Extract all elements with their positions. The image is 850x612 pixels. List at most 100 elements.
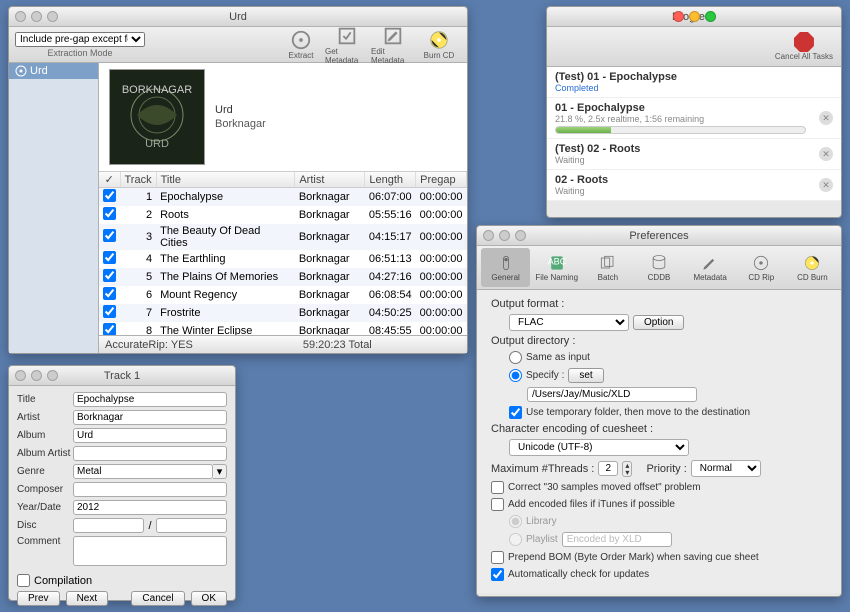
output-dir-field[interactable] — [527, 387, 697, 402]
tab-cddb[interactable]: CDDB — [634, 248, 683, 287]
sidebar-item-label: Urd — [30, 65, 48, 77]
extract-button[interactable]: Extract — [279, 29, 323, 60]
cancel-task-button[interactable]: ✕ — [819, 178, 833, 192]
set-button[interactable]: set — [568, 368, 603, 383]
table-row[interactable]: 6Mount RegencyBorknagar06:08:5400:00:00 — [99, 286, 467, 304]
album-area: URDBORKNAGAR Urd Borknagar — [99, 63, 467, 171]
track-artist-field[interactable] — [73, 410, 227, 425]
task-list: (Test) 01 - EpochalypseCompleted01 - Epo… — [547, 67, 841, 201]
album-cover[interactable]: URDBORKNAGAR — [109, 69, 205, 165]
tab-cd-rip[interactable]: CD Rip — [737, 248, 786, 287]
minimize-icon[interactable] — [499, 230, 510, 241]
add-itunes-checkbox[interactable] — [491, 498, 504, 511]
album-title: Urd — [215, 104, 266, 116]
minimize-icon[interactable] — [689, 11, 700, 22]
track-checkbox[interactable] — [103, 287, 116, 300]
compilation-checkbox[interactable] — [17, 574, 30, 587]
table-row[interactable]: 5The Plains Of MemoriesBorknagar04:27:16… — [99, 268, 467, 286]
track-checkbox[interactable] — [103, 207, 116, 220]
auto-update-checkbox[interactable] — [491, 568, 504, 581]
track-checkbox[interactable] — [103, 305, 116, 318]
char-enc-select[interactable]: Unicode (UTF-8) — [509, 439, 689, 456]
track-checkbox[interactable] — [103, 229, 116, 242]
tab-general[interactable]: General — [481, 248, 530, 287]
track-composer-field[interactable] — [73, 482, 227, 497]
close-icon[interactable] — [673, 11, 684, 22]
svg-text:BORKNAGAR: BORKNAGAR — [122, 84, 192, 96]
track-genre-field[interactable] — [73, 464, 213, 479]
zoom-icon[interactable] — [515, 230, 526, 241]
col-pregap[interactable]: Pregap — [416, 172, 467, 188]
correct30-checkbox[interactable] — [491, 481, 504, 494]
progress-titlebar[interactable]: Progress — [547, 7, 841, 27]
specify-radio[interactable] — [509, 369, 522, 382]
task-item: 02 - RootsWaiting✕ — [547, 170, 841, 201]
col-artist[interactable]: Artist — [295, 172, 365, 188]
same-as-input-radio[interactable] — [509, 351, 522, 364]
pencil-icon — [700, 253, 720, 273]
main-titlebar[interactable]: Urd — [9, 7, 467, 27]
col-length[interactable]: Length — [365, 172, 416, 188]
track-checkbox[interactable] — [103, 189, 116, 202]
edit-metadata-button[interactable]: Edit Metadata — [371, 25, 415, 65]
tab-cd-burn[interactable]: CD Burn — [788, 248, 837, 287]
close-icon[interactable] — [483, 230, 494, 241]
track-album-artist-field[interactable] — [73, 446, 227, 461]
track-disc-total-field[interactable] — [156, 518, 227, 533]
library-radio — [509, 515, 522, 528]
pref-titlebar[interactable]: Preferences — [477, 226, 841, 246]
track-album-field[interactable] — [73, 428, 227, 443]
extraction-mode-select[interactable]: Include pre-gap except for HTOA — [15, 32, 145, 47]
track-checkbox[interactable] — [103, 323, 116, 335]
max-threads-field[interactable] — [598, 461, 618, 476]
cancel-all-button[interactable]: Cancel All Tasks — [775, 32, 833, 61]
minimize-icon[interactable] — [31, 370, 42, 381]
cancel-task-button[interactable]: ✕ — [819, 147, 833, 161]
zoom-icon[interactable] — [47, 370, 58, 381]
use-temp-checkbox[interactable] — [509, 406, 522, 419]
prepend-bom-checkbox[interactable] — [491, 551, 504, 564]
close-icon[interactable] — [15, 11, 26, 22]
sidebar-item-disc[interactable]: Urd — [9, 63, 98, 79]
zoom-icon[interactable] — [705, 11, 716, 22]
track-title-field[interactable] — [73, 392, 227, 407]
main-title: Urd — [9, 11, 467, 23]
track-checkbox[interactable] — [103, 251, 116, 264]
disc-icon — [15, 65, 27, 77]
pref-title: Preferences — [477, 230, 841, 242]
genre-dropdown-icon[interactable]: ▾ — [213, 464, 227, 479]
track-checkbox[interactable] — [103, 269, 116, 282]
track-comment-field[interactable] — [73, 536, 227, 566]
album-artist: Borknagar — [215, 118, 266, 130]
table-row[interactable]: 8The Winter EclipseBorknagar08:45:5500:0… — [99, 322, 467, 335]
output-dir-label: Output directory : — [491, 335, 575, 347]
get-metadata-button[interactable]: Get Metadata — [325, 25, 369, 65]
option-button[interactable]: Option — [633, 315, 684, 330]
track-table[interactable]: ✓ Track Title Artist Length Pregap 1Epoc… — [99, 171, 467, 335]
priority-select[interactable]: Normal — [691, 460, 761, 477]
close-icon[interactable] — [15, 370, 26, 381]
tab-metadata[interactable]: Metadata — [686, 248, 735, 287]
table-row[interactable]: 2RootsBorknagar05:55:1600:00:00 — [99, 206, 467, 224]
col-track[interactable]: Track — [120, 172, 156, 188]
table-row[interactable]: 4The EarthlingBorknagar06:51:1300:00:00 — [99, 250, 467, 268]
burn-cd-button[interactable]: Burn CD — [417, 29, 461, 60]
zoom-icon[interactable] — [47, 11, 58, 22]
tab-file-naming[interactable]: ABCFile Naming — [532, 248, 581, 287]
output-format-select[interactable]: FLAC — [509, 314, 629, 331]
track-year-field[interactable] — [73, 500, 227, 515]
cancel-task-button[interactable]: ✕ — [819, 111, 833, 125]
col-check[interactable]: ✓ — [99, 172, 120, 188]
col-title[interactable]: Title — [156, 172, 295, 188]
track-disc-field[interactable] — [73, 518, 144, 533]
table-row[interactable]: 7FrostriteBorknagar04:50:2500:00:00 — [99, 304, 467, 322]
accuraterip-status: AccurateRip: YES — [105, 339, 193, 351]
minimize-icon[interactable] — [31, 11, 42, 22]
stepper-icon[interactable]: ▴▾ — [622, 461, 632, 477]
table-row[interactable]: 1EpochalypseBorknagar06:07:0000:00:00 — [99, 188, 467, 207]
table-row[interactable]: 3The Beauty Of Dead CitiesBorknagar04:15… — [99, 224, 467, 250]
progress-window: Progress Cancel All Tasks (Test) 01 - Ep… — [546, 6, 842, 218]
tab-batch[interactable]: Batch — [583, 248, 632, 287]
track-titlebar[interactable]: Track 1 — [9, 366, 235, 386]
svg-text:ABC: ABC — [547, 257, 566, 267]
